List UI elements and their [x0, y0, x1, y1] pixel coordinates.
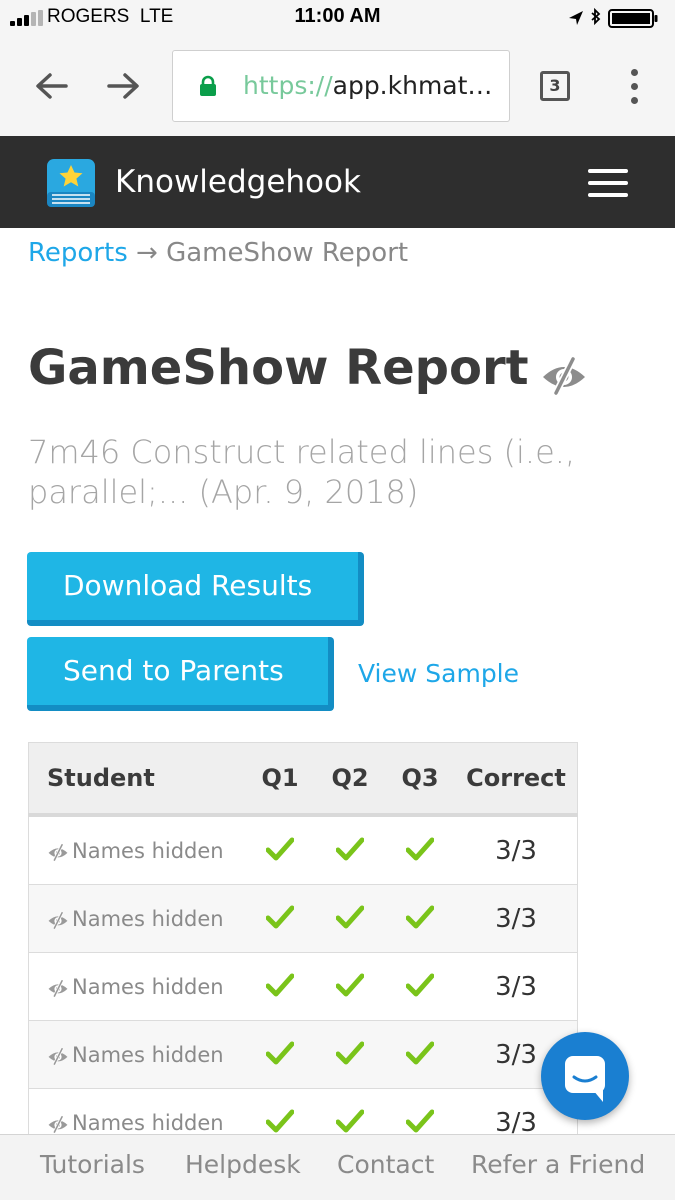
bluetooth-icon — [591, 7, 601, 26]
q3-result-cell — [385, 814, 455, 885]
breadcrumb-link-reports[interactable]: Reports — [28, 238, 128, 268]
check-icon — [265, 905, 295, 933]
q1-result-cell — [245, 952, 315, 1021]
eye-slash-icon — [47, 1111, 72, 1135]
table-row: Names hidden 3/3 — [28, 814, 578, 885]
score-cell: 3/3 — [455, 952, 578, 1021]
q2-result-cell — [315, 884, 385, 953]
check-icon — [405, 837, 435, 865]
check-icon — [265, 973, 295, 1001]
table-row: Names hidden 3/3 — [28, 952, 578, 1021]
q3-result-cell — [385, 884, 455, 953]
student-name-cell[interactable]: Names hidden — [28, 952, 245, 1021]
check-icon — [405, 905, 435, 933]
check-icon — [335, 837, 365, 865]
table-row: Names hidden 3/3 — [28, 884, 578, 953]
check-icon — [405, 973, 435, 1001]
eye-slash-icon — [47, 839, 72, 863]
status-icons — [569, 7, 658, 28]
browser-toolbar: https://app.khmat… 3 — [0, 36, 675, 136]
score-cell: 3/3 — [455, 814, 578, 885]
eye-slash-icon — [47, 975, 72, 999]
check-icon — [335, 973, 365, 1001]
send-to-parents-button[interactable]: Send to Parents — [27, 637, 334, 711]
q2-result-cell — [315, 952, 385, 1021]
eye-slash-icon — [47, 1043, 72, 1067]
breadcrumb-separator: → — [127, 238, 167, 268]
browser-menu-icon[interactable] — [628, 69, 640, 105]
q3-result-cell — [385, 1020, 455, 1089]
chat-icon — [565, 1056, 605, 1102]
results-table: Student Q1 Q2 Q3 Correct Names hidden 3/3… — [28, 742, 578, 1157]
check-icon — [265, 1041, 295, 1069]
address-bar[interactable]: https://app.khmat… — [172, 50, 510, 122]
forward-arrow-icon[interactable] — [103, 66, 143, 106]
eye-slash-icon — [47, 907, 72, 931]
column-header-correct[interactable]: Correct — [455, 742, 578, 817]
lock-icon — [200, 75, 216, 96]
report-subtitle: 7m46 Construct related lines (i.e., para… — [28, 433, 576, 511]
column-header-q3[interactable]: Q3 — [385, 742, 455, 817]
student-name-cell[interactable]: Names hidden — [28, 1020, 245, 1089]
column-header-student[interactable]: Student — [28, 742, 245, 817]
status-bar: ROGERS LTE 11:00 AM — [0, 0, 675, 36]
tab-switcher-button[interactable]: 3 — [540, 71, 570, 101]
student-name-label: Names hidden — [72, 906, 224, 931]
column-header-q2[interactable]: Q2 — [315, 742, 385, 817]
student-name-label: Names hidden — [72, 974, 224, 999]
student-name-label: Names hidden — [72, 1110, 224, 1135]
column-header-q1[interactable]: Q1 — [245, 742, 315, 817]
q1-result-cell — [245, 1020, 315, 1089]
knowledgehook-logo-icon[interactable] — [46, 158, 96, 208]
page-title: GameShow Report — [28, 340, 529, 396]
app-title[interactable]: Knowledgehook — [115, 164, 361, 200]
check-icon — [265, 837, 295, 865]
q3-result-cell — [385, 952, 455, 1021]
back-arrow-icon[interactable] — [32, 66, 72, 106]
nav-contact-link[interactable]: Contact — [337, 1150, 434, 1179]
nav-tutorials-link[interactable]: Tutorials — [40, 1150, 145, 1179]
breadcrumb: Reports → GameShow Report — [28, 238, 408, 268]
student-name-cell[interactable]: Names hidden — [28, 814, 245, 885]
bottom-nav: Tutorials Helpdesk Contact Refer a Frien… — [0, 1134, 675, 1200]
breadcrumb-current: GameShow Report — [166, 238, 409, 268]
student-name-label: Names hidden — [72, 1042, 224, 1067]
chat-launcher-button[interactable] — [541, 1032, 629, 1120]
nav-helpdesk-link[interactable]: Helpdesk — [185, 1150, 301, 1179]
download-results-button[interactable]: Download Results — [27, 552, 364, 626]
eye-slash-icon[interactable] — [541, 355, 587, 395]
table-header-row: Student Q1 Q2 Q3 Correct — [28, 742, 578, 817]
location-icon — [569, 11, 583, 25]
student-name-cell[interactable]: Names hidden — [28, 884, 245, 953]
table-row: Names hidden 3/3 — [28, 1020, 578, 1089]
score-cell: 3/3 — [455, 884, 578, 953]
q1-result-cell — [245, 814, 315, 885]
q1-result-cell — [245, 884, 315, 953]
q2-result-cell — [315, 1020, 385, 1089]
view-sample-link[interactable]: View Sample — [358, 659, 519, 688]
nav-refer-link[interactable]: Refer a Friend — [471, 1150, 645, 1179]
student-name-label: Names hidden — [72, 838, 224, 863]
hamburger-menu-icon[interactable] — [588, 169, 628, 197]
check-icon — [405, 1041, 435, 1069]
app-header: Knowledgehook — [0, 136, 675, 228]
check-icon — [335, 905, 365, 933]
q2-result-cell — [315, 814, 385, 885]
url-text: https://app.khmat… — [243, 71, 493, 100]
check-icon — [335, 1041, 365, 1069]
